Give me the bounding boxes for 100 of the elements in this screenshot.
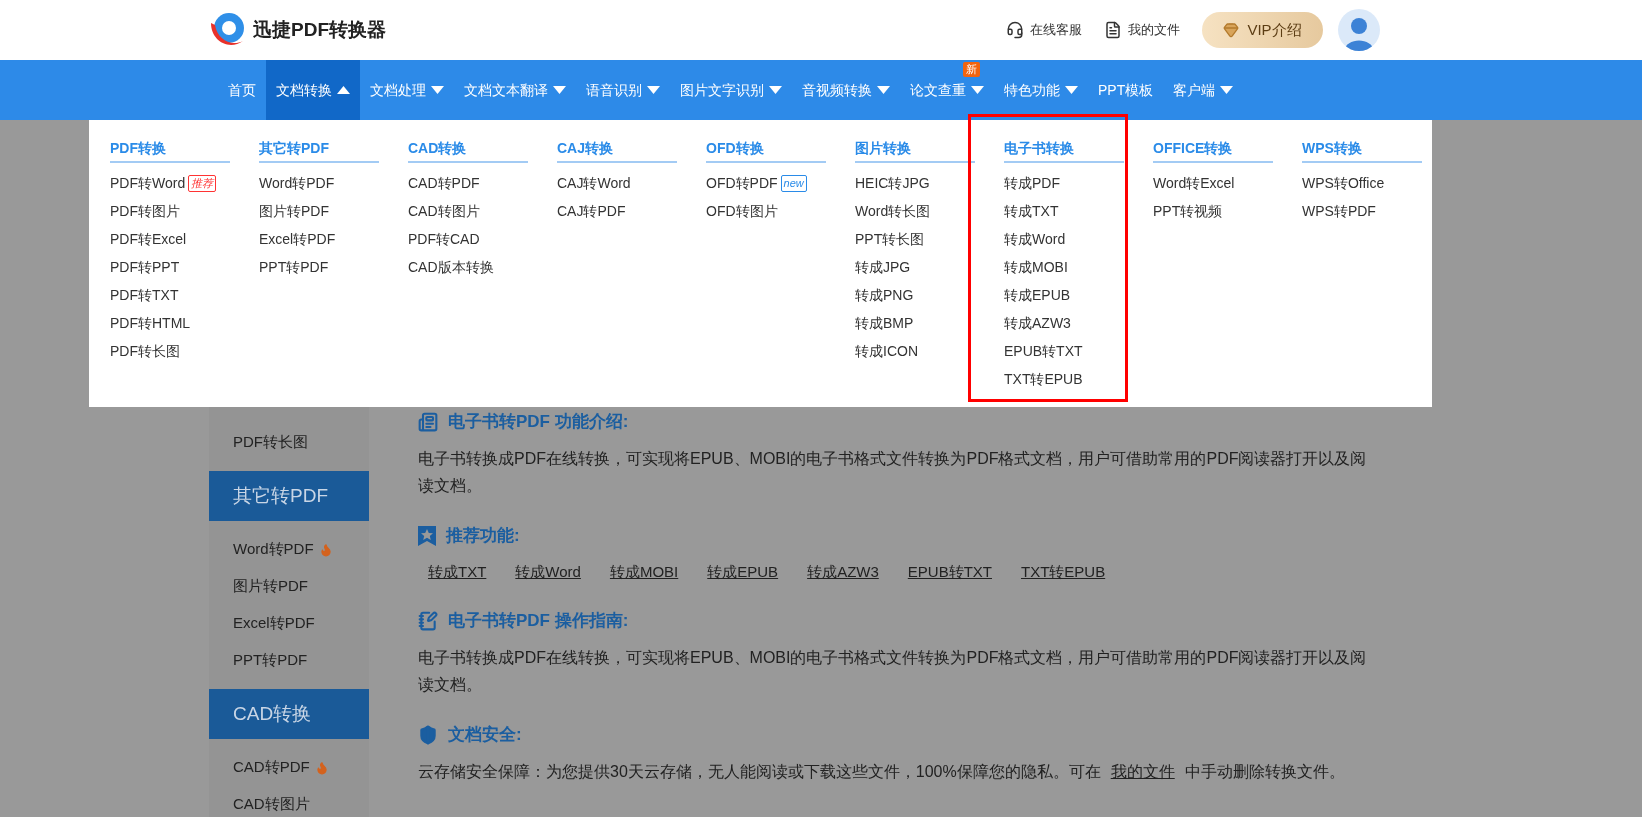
menu-item[interactable]: Excel转PDF <box>259 225 379 253</box>
nav-tab[interactable]: 文档文本翻译 <box>454 60 576 120</box>
caret-down-icon <box>769 86 782 94</box>
section-paragraph: 电子书转换成PDF在线转换，可实现将EPUB、MOBI的电子书格式文件转换为PDF格式文档，用户可借助常用的PDF阅读器打开以及阅读文档。 <box>418 647 1368 695</box>
menu-item[interactable]: PDF转Word 推荐 <box>110 169 230 197</box>
menu-item[interactable]: 转成MOBI <box>1004 253 1124 281</box>
nav-tab[interactable]: 论文查重 新 <box>900 60 994 120</box>
sidebar-link[interactable]: Excel转PDF <box>209 605 369 642</box>
menu-item[interactable]: Word转长图 <box>855 197 975 225</box>
caret-down-icon <box>1220 86 1234 94</box>
menu-item[interactable]: PDF转图片 <box>110 197 230 225</box>
nav-tab[interactable]: 客户端 <box>1163 60 1244 120</box>
menu-item[interactable]: Word转Excel <box>1153 169 1273 197</box>
nav-tab[interactable]: PPT模板 <box>1088 60 1164 120</box>
feature-link[interactable]: TXT转EPUB <box>1021 561 1106 584</box>
nav-tab[interactable]: 图片文字识别 <box>670 60 792 120</box>
menu-item[interactable]: 转成BMP <box>855 309 975 337</box>
shield-icon <box>418 724 438 745</box>
column-title: WPS转换 <box>1302 138 1422 163</box>
nav-tab[interactable]: 首页 <box>218 60 266 120</box>
nav-tab[interactable]: 音视频转换 <box>792 60 900 120</box>
menu-item[interactable]: CAJ转Word <box>557 169 677 197</box>
column-title: CAJ转换 <box>557 138 677 163</box>
notebook-pen-icon <box>418 610 438 631</box>
menu-item[interactable]: PDF转TXT <box>110 281 230 309</box>
section-title: 电子书转PDF 操作指南: <box>448 609 629 632</box>
sidebar-link[interactable]: PDF转长图 <box>209 424 369 461</box>
nav-tab[interactable]: 特色功能 <box>994 60 1088 120</box>
header-link[interactable]: 在线客服 <box>1006 20 1082 40</box>
sidebar-heading: CAD转换 <box>209 689 369 739</box>
section-title: 推荐功能: <box>446 525 520 548</box>
nav-tab[interactable]: 文档处理 <box>360 60 454 120</box>
feature-link[interactable]: 转成EPUB <box>707 561 779 584</box>
menu-item[interactable]: PPT转长图 <box>855 225 975 253</box>
sidebar-link[interactable]: CAD转PDF <box>209 749 369 786</box>
nav-tab[interactable]: 文档转换 <box>266 60 360 120</box>
feature-link[interactable]: 转成AZW3 <box>807 561 879 584</box>
menu-item[interactable]: CAD版本转换 <box>408 253 528 281</box>
headset-icon <box>1006 21 1024 39</box>
menu-item[interactable]: OFD转PDF new <box>706 169 826 197</box>
caret-down-icon <box>647 86 660 94</box>
menu-item[interactable]: EPUB转TXT <box>1004 337 1124 365</box>
item-tag: 推荐 <box>188 174 217 192</box>
menu-item[interactable]: 转成EPUB <box>1004 281 1124 309</box>
menu-item[interactable]: 转成TXT <box>1004 197 1124 225</box>
menu-item[interactable]: 转成ICON <box>855 337 975 365</box>
menu-item[interactable]: PPT转视频 <box>1153 197 1273 225</box>
vip-button[interactable]: VIP介绍 <box>1202 12 1323 48</box>
menu-item[interactable]: PDF转HTML <box>110 309 230 337</box>
caret-down-icon <box>553 86 566 94</box>
menu-item[interactable]: PDF转PPT <box>110 253 230 281</box>
nav-tab[interactable]: 语音识别 <box>576 60 670 120</box>
newspaper-icon <box>418 412 438 432</box>
menu-item[interactable]: CAD转PDF <box>408 169 528 197</box>
section-paragraph: 电子书转换成PDF在线转换，可实现将EPUB、MOBI的电子书格式文件转换为PDF格式文档，用户可借助常用的PDF阅读器打开以及阅读文档。 <box>418 449 1368 496</box>
menu-item[interactable]: PPT转PDF <box>259 253 379 281</box>
menu-item[interactable]: 转成PDF <box>1004 169 1124 197</box>
diamond-icon <box>1223 22 1240 38</box>
column-title: 其它转PDF <box>259 138 379 163</box>
new-badge: 新 <box>963 62 980 77</box>
menu-item[interactable]: 转成Word <box>1004 225 1124 253</box>
sidebar-link[interactable]: Word转PDF <box>209 531 369 568</box>
menu-item[interactable]: CAD转图片 <box>408 197 528 225</box>
column-title: OFFICE转换 <box>1153 138 1273 163</box>
menu-item[interactable]: 转成AZW3 <box>1004 309 1124 337</box>
menu-item[interactable]: PDF转长图 <box>110 337 230 365</box>
feature-link[interactable]: 转成TXT <box>428 561 487 584</box>
menu-item[interactable]: 图片转PDF <box>259 197 379 225</box>
menu-item[interactable]: CAJ转PDF <box>557 197 677 225</box>
logo-text: 迅捷PDF转换器 <box>253 17 386 42</box>
section-paragraph: 云存储安全保障：为您提供30天云存储，无人能阅读或下载这些文件，100%保障您的隐私。可在 我的文件 中手动删除转换文件。 <box>418 761 1346 782</box>
my-files-link[interactable]: 我的文件 <box>1110 762 1175 780</box>
column-title: 电子书转换 <box>1004 138 1124 163</box>
column-title: CAD转换 <box>408 138 528 163</box>
feature-link[interactable]: 转成MOBI <box>609 561 679 584</box>
avatar[interactable] <box>1338 9 1380 51</box>
menu-item[interactable]: HEIC转JPG <box>855 169 975 197</box>
star-bookmark-icon <box>418 526 436 546</box>
menu-item[interactable]: 转成PNG <box>855 281 975 309</box>
sidebar-link[interactable]: 图片转PDF <box>209 568 369 605</box>
header-link[interactable]: 我的文件 <box>1104 20 1180 40</box>
caret-down-icon <box>431 86 444 94</box>
caret-up-icon <box>337 86 350 94</box>
feature-link[interactable]: EPUB转TXT <box>907 561 992 584</box>
section-title: 文档安全: <box>448 723 522 746</box>
sidebar-heading: 其它转PDF <box>209 471 369 521</box>
caret-down-icon <box>971 86 984 94</box>
feature-link[interactable]: 转成Word <box>515 561 581 584</box>
menu-item[interactable]: Word转PDF <box>259 169 379 197</box>
menu-item[interactable]: TXT转EPUB <box>1004 365 1124 393</box>
sidebar-link[interactable]: CAD转图片 <box>209 786 369 817</box>
menu-item[interactable]: OFD转图片 <box>706 197 826 225</box>
menu-item[interactable]: WPS转PDF <box>1302 197 1422 225</box>
caret-down-icon <box>877 86 890 94</box>
sidebar-link[interactable]: PPT转PDF <box>209 642 369 679</box>
menu-item[interactable]: PDF转CAD <box>408 225 528 253</box>
menu-item[interactable]: 转成JPG <box>855 253 975 281</box>
menu-item[interactable]: PDF转Excel <box>110 225 230 253</box>
column-title: PDF转换 <box>110 138 230 163</box>
menu-item[interactable]: WPS转Office <box>1302 169 1422 197</box>
